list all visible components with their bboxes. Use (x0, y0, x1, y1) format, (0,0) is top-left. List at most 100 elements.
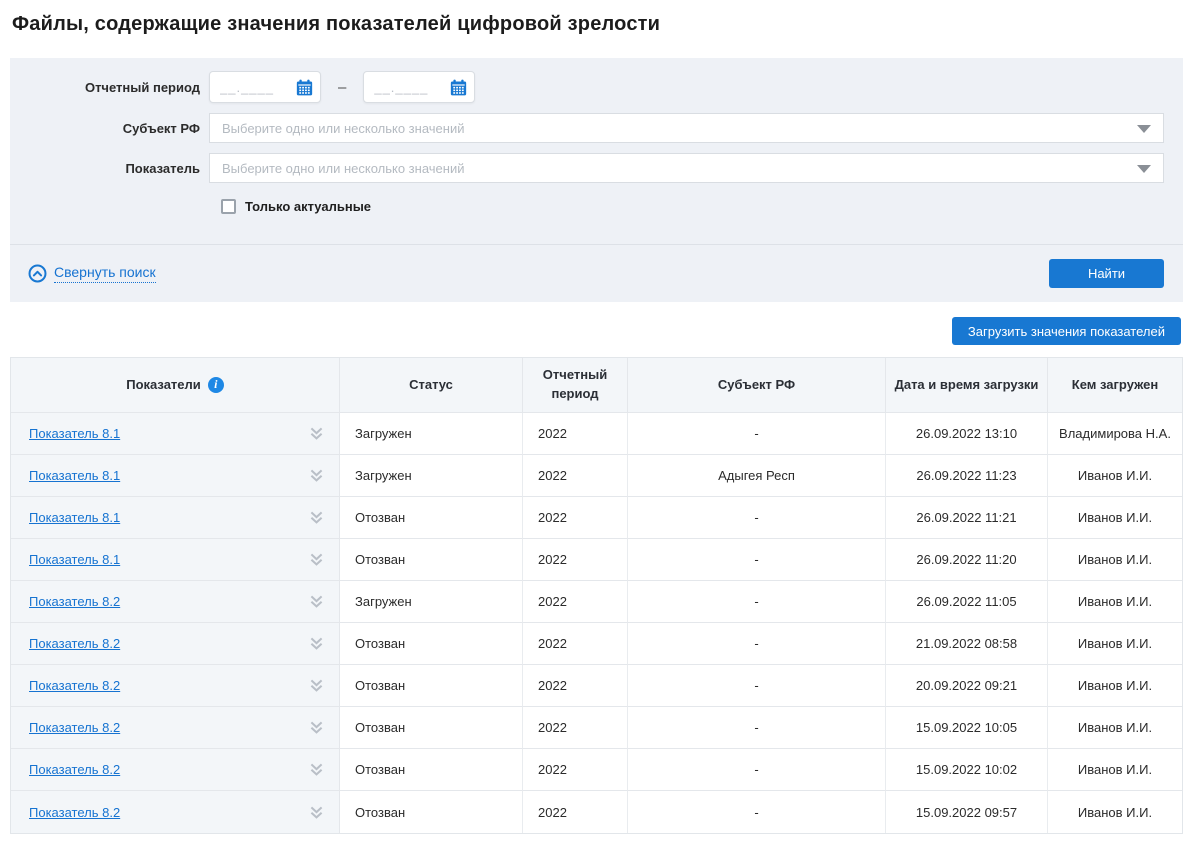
uploader-cell: Иванов И.И. (1048, 455, 1182, 497)
status-cell: Загружен (340, 455, 523, 497)
table-row: Показатель 8.2 Отозван 2022 - 15.09.2022… (11, 791, 1182, 833)
upload-datetime-cell: 20.09.2022 09:21 (886, 665, 1048, 707)
search-filter-panel: Отчетный период (10, 58, 1183, 302)
indicator-select-placeholder: Выберите одно или несколько значений (222, 161, 464, 176)
expand-double-chevron-icon[interactable] (308, 425, 325, 442)
uploader-cell: Иванов И.И. (1048, 791, 1182, 833)
header-datetime: Дата и время загрузки (886, 358, 1048, 413)
expand-double-chevron-icon[interactable] (308, 509, 325, 526)
indicator-select[interactable]: Выберите одно или несколько значений (209, 153, 1164, 183)
subject-cell: - (628, 749, 886, 791)
subject-cell: - (628, 539, 886, 581)
subject-select[interactable]: Выберите одно или несколько значений (209, 113, 1164, 143)
expand-double-chevron-icon[interactable] (308, 635, 325, 652)
period-from-input[interactable] (220, 72, 296, 102)
table-row: Показатель 8.2 Отозван 2022 - 15.09.2022… (11, 749, 1182, 791)
upload-datetime-cell: 26.09.2022 11:20 (886, 539, 1048, 581)
indicator-link[interactable]: Показатель 8.2 (29, 636, 120, 651)
indicator-filter-row: Показатель Выберите одно или несколько з… (10, 153, 1183, 183)
indicator-link[interactable]: Показатель 8.2 (29, 762, 120, 777)
table-row: Показатель 8.2 Отозван 2022 - 21.09.2022… (11, 623, 1182, 665)
table-row: Показатель 8.1 Загружен 2022 Адыгея Респ… (11, 455, 1182, 497)
indicator-link[interactable]: Показатель 8.2 (29, 805, 120, 820)
subject-label: Субъект РФ (10, 121, 200, 136)
table-row: Показатель 8.2 Отозван 2022 - 15.09.2022… (11, 707, 1182, 749)
only-actual-label: Только актуальные (245, 199, 371, 214)
upload-values-button[interactable]: Загрузить значения показателей (952, 317, 1181, 345)
period-cell: 2022 (523, 497, 628, 539)
calendar-icon[interactable] (296, 79, 313, 96)
page-title: Файлы, содержащие значения показателей ц… (0, 0, 1193, 36)
indicator-link[interactable]: Показатель 8.2 (29, 594, 120, 609)
expand-double-chevron-icon[interactable] (308, 804, 325, 821)
expand-double-chevron-icon[interactable] (308, 551, 325, 568)
status-cell: Отозван (340, 665, 523, 707)
subject-cell: - (628, 707, 886, 749)
header-status: Статус (340, 358, 523, 413)
table-row: Показатель 8.1 Загружен 2022 - 26.09.202… (11, 413, 1182, 455)
status-cell: Отозван (340, 623, 523, 665)
uploader-cell: Иванов И.И. (1048, 581, 1182, 623)
period-cell: 2022 (523, 665, 628, 707)
indicator-cell: Показатель 8.2 (11, 749, 340, 791)
upload-datetime-cell: 26.09.2022 11:23 (886, 455, 1048, 497)
subject-select-placeholder: Выберите одно или несколько значений (222, 121, 464, 136)
period-cell: 2022 (523, 623, 628, 665)
period-cell: 2022 (523, 581, 628, 623)
indicator-cell: Показатель 8.2 (11, 791, 340, 833)
status-cell: Отозван (340, 749, 523, 791)
indicator-link[interactable]: Показатель 8.1 (29, 552, 120, 567)
period-cell: 2022 (523, 791, 628, 833)
expand-double-chevron-icon[interactable] (308, 677, 325, 694)
period-range-separator: – (338, 79, 346, 96)
expand-double-chevron-icon[interactable] (308, 719, 325, 736)
info-icon[interactable]: i (208, 377, 224, 393)
collapse-search-label: Свернуть поиск (54, 264, 156, 283)
subject-cell: - (628, 497, 886, 539)
uploader-cell: Иванов И.И. (1048, 665, 1182, 707)
period-to-field[interactable] (363, 71, 475, 103)
calendar-icon[interactable] (450, 79, 467, 96)
indicator-cell: Показатель 8.1 (11, 539, 340, 581)
indicator-cell: Показатель 8.1 (11, 413, 340, 455)
only-actual-row: Только актуальные (221, 199, 1183, 244)
expand-double-chevron-icon[interactable] (308, 761, 325, 778)
indicator-link[interactable]: Показатель 8.1 (29, 468, 120, 483)
indicator-link[interactable]: Показатель 8.1 (29, 510, 120, 525)
header-indicators: Показатели i (11, 358, 340, 413)
status-cell: Загружен (340, 581, 523, 623)
collapse-search-link[interactable]: Свернуть поиск (28, 264, 156, 283)
indicator-cell: Показатель 8.1 (11, 497, 340, 539)
subject-cell: Адыгея Респ (628, 455, 886, 497)
indicator-label: Показатель (10, 161, 200, 176)
indicator-cell: Показатель 8.2 (11, 665, 340, 707)
uploader-cell: Иванов И.И. (1048, 707, 1182, 749)
upload-datetime-cell: 26.09.2022 13:10 (886, 413, 1048, 455)
find-button[interactable]: Найти (1049, 259, 1164, 288)
chevron-up-circle-icon (28, 264, 47, 283)
uploader-cell: Иванов И.И. (1048, 497, 1182, 539)
upload-datetime-cell: 15.09.2022 10:05 (886, 707, 1048, 749)
status-cell: Отозван (340, 791, 523, 833)
chevron-down-icon (1137, 125, 1151, 133)
subject-cell: - (628, 623, 886, 665)
indicator-cell: Показатель 8.2 (11, 623, 340, 665)
period-from-field[interactable] (209, 71, 321, 103)
uploader-cell: Иванов И.И. (1048, 539, 1182, 581)
table-row: Показатель 8.1 Отозван 2022 - 26.09.2022… (11, 497, 1182, 539)
indicator-cell: Показатель 8.2 (11, 581, 340, 623)
status-cell: Отозван (340, 497, 523, 539)
period-to-input[interactable] (374, 72, 450, 102)
subject-cell: - (628, 413, 886, 455)
indicator-cell: Показатель 8.1 (11, 455, 340, 497)
period-label: Отчетный период (10, 80, 200, 95)
chevron-down-icon (1137, 165, 1151, 173)
table-header-row: Показатели i Статус Отчетный период Субъ… (11, 358, 1182, 413)
indicator-link[interactable]: Показатель 8.2 (29, 678, 120, 693)
only-actual-checkbox[interactable] (221, 199, 236, 214)
expand-double-chevron-icon[interactable] (308, 467, 325, 484)
files-table: Показатели i Статус Отчетный период Субъ… (10, 357, 1183, 834)
expand-double-chevron-icon[interactable] (308, 593, 325, 610)
indicator-link[interactable]: Показатель 8.2 (29, 720, 120, 735)
indicator-link[interactable]: Показатель 8.1 (29, 426, 120, 441)
